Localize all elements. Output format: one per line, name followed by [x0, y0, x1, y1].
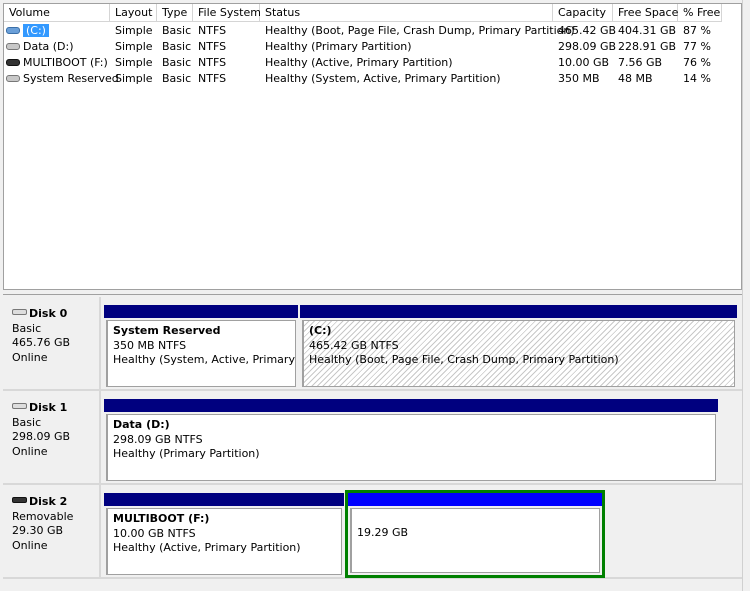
- cell-volume: MULTIBOOT (F:): [1, 55, 108, 71]
- column-header-capacity[interactable]: Capacity: [553, 4, 613, 22]
- disk-0-label[interactable]: Disk 0 Basic 465.76 GB Online: [3, 297, 101, 389]
- partition-title: Data (D:): [113, 418, 170, 431]
- disk-icon: [12, 309, 27, 315]
- volume-name: (C:): [23, 24, 49, 37]
- cell-pct: 14 %: [683, 72, 711, 85]
- cell-capacity: 350 MB: [558, 72, 600, 85]
- drive-system-icon: [6, 26, 20, 34]
- disk-kind: Basic: [12, 321, 42, 335]
- cell-type: Basic: [162, 24, 192, 37]
- cell-free: 228.91 GB: [618, 40, 677, 53]
- partition-bar: [104, 399, 718, 412]
- cell-status: Healthy (System, Active, Primary Partiti…: [265, 72, 501, 85]
- partition-d[interactable]: Data (D:) 298.09 GB NTFS Healthy (Primary …: [104, 399, 718, 483]
- column-header-pct[interactable]: % Free: [678, 4, 722, 22]
- disk-name: Disk 2: [29, 495, 68, 508]
- cell-status: Healthy (Primary Partition): [265, 40, 412, 53]
- cell-capacity: 465.42 GB: [558, 24, 617, 37]
- column-header-layout[interactable]: Layout: [110, 4, 157, 22]
- cell-type: Basic: [162, 40, 192, 53]
- disk-size: 298.09 GB: [12, 430, 71, 443]
- column-header-free[interactable]: Free Space: [613, 4, 678, 22]
- disk-0-row: Disk 0 Basic 465.76 GB Online System Reserv…: [3, 297, 742, 391]
- cell-fs: NTFS: [198, 40, 227, 53]
- drive-icon: [6, 42, 20, 50]
- partition-size: 465.42 GB NTFS: [309, 338, 399, 352]
- cell-layout: Simple: [115, 40, 153, 53]
- cell-type: Basic: [162, 72, 192, 85]
- partition-size: 19.29 GB: [357, 526, 409, 539]
- disk-2-label[interactable]: Disk 2 Removable 29.30 GB Online: [3, 485, 101, 577]
- cell-free: 7.56 GB: [618, 56, 663, 69]
- partition-size: 10.00 GB NTFS: [113, 526, 196, 540]
- disk-state: Online: [12, 444, 48, 458]
- cell-free: 48 MB: [618, 72, 653, 85]
- cell-pct: 87 %: [683, 24, 711, 37]
- cell-fs: NTFS: [198, 72, 227, 85]
- volume-name: MULTIBOOT (F:): [23, 56, 108, 69]
- column-header-volume[interactable]: Volume: [4, 4, 110, 22]
- partition-bar: [300, 305, 737, 318]
- partition-bar: [104, 305, 298, 318]
- partition-bar: [104, 493, 344, 506]
- cell-free: 404.31 GB: [618, 24, 677, 37]
- partition-status: Healthy (Primary Partition): [113, 447, 260, 460]
- cell-capacity: 298.09 GB: [558, 40, 617, 53]
- disk-size: 29.30 GB: [12, 524, 64, 537]
- disk-state: Online: [12, 350, 48, 364]
- disk-kind: Basic: [12, 415, 42, 429]
- partition-title: System Reserved: [113, 324, 221, 337]
- disk-icon: [12, 403, 27, 409]
- cell-fs: NTFS: [198, 56, 227, 69]
- cell-type: Basic: [162, 56, 192, 69]
- cell-volume: (C:): [1, 23, 107, 39]
- vertical-scrollbar[interactable]: [742, 0, 750, 591]
- partition-title: MULTIBOOT (F:): [113, 512, 210, 525]
- cell-fs: NTFS: [198, 24, 227, 37]
- partition-status: Healthy (Boot, Page File, Crash Dump, Pr…: [309, 353, 619, 366]
- cell-pct: 76 %: [683, 56, 711, 69]
- partition-size: 298.09 GB NTFS: [113, 432, 203, 446]
- disk-1-label[interactable]: Disk 1 Basic 298.09 GB Online: [3, 391, 101, 483]
- disk-map: Disk 0 Basic 465.76 GB Online System Reserv…: [3, 294, 742, 591]
- cell-layout: Simple: [115, 56, 153, 69]
- disk-name: Disk 1: [29, 401, 68, 414]
- disk-size: 465.76 GB: [12, 336, 71, 349]
- partition-status: Healthy (System, Active, Primary Par: [113, 353, 296, 366]
- disk-1-row: Disk 1 Basic 298.09 GB Online Data (D:) 298.…: [3, 391, 742, 485]
- disk-kind: Removable: [12, 509, 74, 523]
- cell-pct: 77 %: [683, 40, 711, 53]
- volume-list: Volume Layout Type File System Status Capacit…: [3, 3, 742, 290]
- partition-title: (C:): [309, 324, 332, 337]
- disk-state: Online: [12, 538, 48, 552]
- partition-f[interactable]: MULTIBOOT (F:) 10.00 GB NTFS Healthy (Acti…: [104, 493, 344, 577]
- cell-status: Healthy (Active, Primary Partition): [265, 56, 453, 69]
- volume-name: Data (D:): [23, 40, 74, 53]
- cell-status: Healthy (Boot, Page File, Crash Dump, Pr…: [265, 24, 575, 37]
- disk-name: Disk 0: [29, 307, 68, 320]
- cell-layout: Simple: [115, 24, 153, 37]
- partition-bar: [348, 493, 602, 506]
- partition-size: 350 MB NTFS: [113, 338, 187, 352]
- column-header-status[interactable]: Status: [260, 4, 553, 22]
- removable-disk-icon: [12, 497, 27, 503]
- cell-volume: Data (D:): [1, 39, 107, 55]
- cell-volume: System Reserved: [1, 71, 119, 87]
- disk-2-row: Disk 2 Removable 29.30 GB Online MULTIBOOT …: [3, 485, 742, 579]
- cell-capacity: 10.00 GB: [558, 56, 610, 69]
- partition-system-reserved[interactable]: System Reserved 350 MB NTFS Healthy (Syste…: [104, 305, 298, 389]
- volume-name: System Reserved: [23, 72, 119, 85]
- partition-c[interactable]: (C:) 465.42 GB NTFS Healthy (Boot, Page Fi…: [300, 305, 737, 389]
- column-header-fs[interactable]: File System: [193, 4, 261, 22]
- column-header-type[interactable]: Type: [157, 4, 193, 22]
- partition-status: Healthy (Active, Primary Partition): [113, 541, 301, 554]
- drive-icon: [6, 74, 20, 82]
- partition-unallocated[interactable]: 19.29 GB: [345, 490, 605, 578]
- cell-layout: Simple: [115, 72, 153, 85]
- removable-drive-icon: [6, 58, 20, 66]
